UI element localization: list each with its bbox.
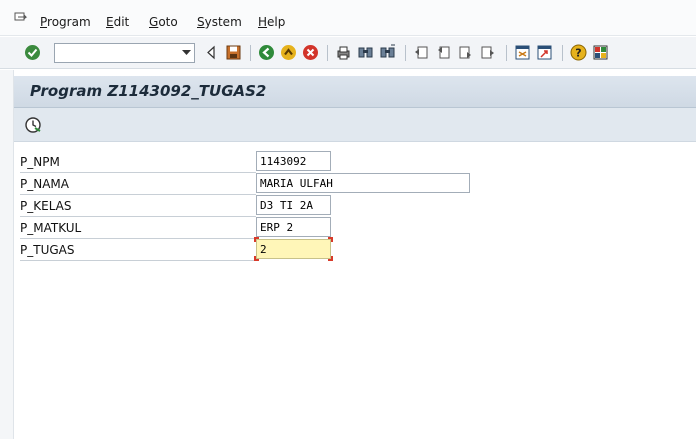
find-next-icon[interactable] [379,44,396,61]
application-toolbar [14,108,696,142]
toolbar-separator [405,45,406,61]
param-label: P_MATKUL [20,221,256,239]
menu-edit[interactable]: Edit [106,15,129,29]
toolbar-separator [562,45,563,61]
selection-screen: P_NPM P_NAMA P_KELAS P_MATKUL P_TUGAS [14,142,696,439]
exit-icon[interactable] [280,44,297,61]
toolbar-separator [506,45,507,61]
first-page-icon[interactable] [413,44,430,61]
cancel-icon[interactable] [302,44,319,61]
back-icon[interactable] [258,44,275,61]
menu-goto[interactable]: Goto [149,15,178,29]
tugas-field[interactable] [254,237,333,261]
page-title: Program Z1143092_TUGAS2 [30,82,267,100]
next-page-icon[interactable] [457,44,474,61]
param-row: P_MATKUL [14,217,696,239]
create-session-icon[interactable] [514,44,531,61]
focus-corner [254,237,259,242]
find-icon[interactable] [357,44,374,61]
last-page-icon[interactable] [479,44,496,61]
command-field[interactable] [54,43,195,63]
tugas-input[interactable] [257,240,330,258]
param-label: P_KELAS [20,199,256,217]
print-icon[interactable] [335,44,352,61]
param-label: P_NPM [20,155,256,173]
chevron-down-icon[interactable] [178,44,194,62]
command-input[interactable] [55,44,179,62]
focus-corner [254,256,259,261]
nama-input[interactable] [257,174,469,192]
param-row: P_TUGAS [14,237,696,261]
menu-bar: Program Edit Goto System Help [0,0,696,36]
system-menu-icon[interactable] [14,12,28,24]
help-icon[interactable]: ? [570,44,587,61]
shortcut-icon[interactable] [536,44,553,61]
param-row: P_NPM [14,151,696,173]
previous-page-icon[interactable] [435,44,452,61]
npm-input[interactable] [257,152,330,170]
save-icon[interactable] [225,44,242,61]
menu-system[interactable]: System [197,15,242,29]
matkul-field[interactable] [256,217,331,237]
param-row: P_NAMA [14,173,696,195]
back-arrow-icon[interactable] [203,44,220,61]
param-label: P_NAMA [20,177,256,195]
focus-corner [328,237,333,242]
svg-text:?: ? [575,47,581,60]
menu-help[interactable]: Help [258,15,285,29]
nama-field[interactable] [256,173,470,193]
execute-icon[interactable] [24,116,42,134]
npm-field[interactable] [256,151,331,171]
param-label: P_TUGAS [20,243,256,261]
param-row: P_KELAS [14,195,696,217]
standard-toolbar: ? [0,37,696,69]
enter-icon[interactable] [24,44,41,61]
kelas-input[interactable] [257,196,330,214]
toolbar-separator [250,45,251,61]
matkul-input[interactable] [257,218,330,236]
left-rail [0,70,14,439]
customize-layout-icon[interactable] [592,44,609,61]
focus-corner [328,256,333,261]
kelas-field[interactable] [256,195,331,215]
toolbar-separator [327,45,328,61]
title-bar: Program Z1143092_TUGAS2 [14,76,696,108]
menu-program[interactable]: Program [40,15,91,29]
